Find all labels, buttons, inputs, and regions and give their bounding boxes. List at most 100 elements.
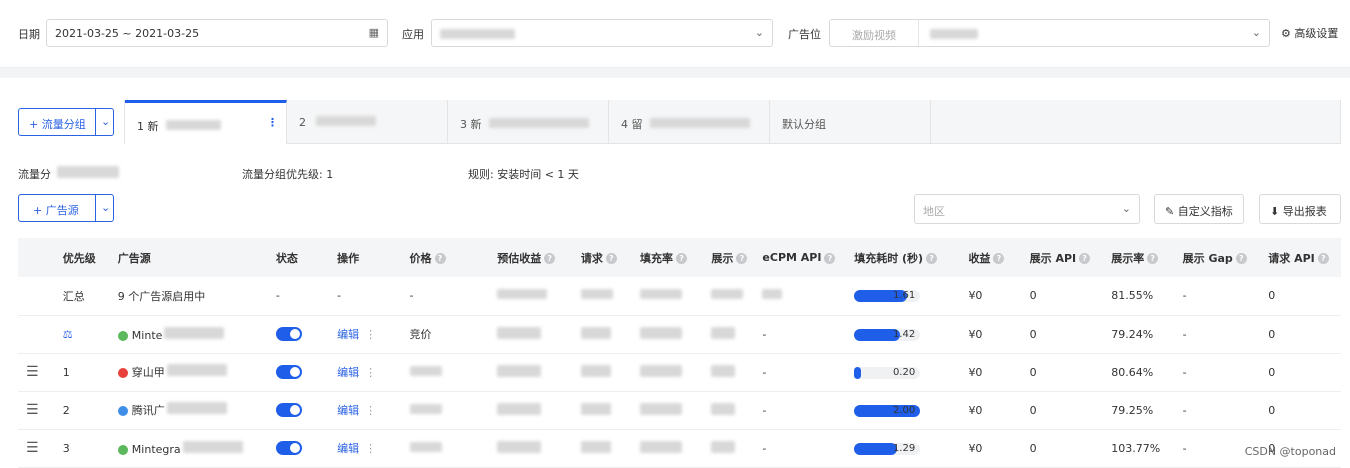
status-toggle[interactable] [275, 441, 302, 455]
edit-link[interactable]: 编辑 [337, 366, 359, 379]
network-logo-icon [117, 368, 128, 378]
table-header: 优先级 广告源 状态 操作 价格? 预估收益? 请求? 填充率? 展示? eCP… [18, 238, 1341, 277]
table-row: ⚖ Minte 编辑 ⋮ 竞价 -1.42 ¥0 0 79.24% -0 [18, 315, 1341, 354]
source-cell: 腾讯广 [109, 391, 268, 430]
date-range-picker[interactable]: 2021-03-25 ~ 2021-03-25 ▦ [46, 19, 388, 47]
more-icon[interactable]: ⋮ [267, 116, 278, 129]
help-icon[interactable]: ? [1079, 253, 1091, 264]
col-show-gap: 展示 Gap? [1174, 238, 1261, 277]
add-source-button[interactable]: + 广告源 ⌄ [18, 194, 114, 222]
adslot-select[interactable]: 激励视频 ⌄ [829, 19, 1270, 47]
col-op: 操作 [329, 238, 402, 277]
chevron-down-icon: ⌄ [754, 26, 764, 39]
help-icon[interactable]: ? [544, 253, 556, 264]
help-icon[interactable]: ? [1317, 253, 1329, 264]
edit-link[interactable]: 编辑 [337, 404, 359, 417]
group-rule: 规则: 安装时间 < 1 天 [468, 168, 579, 181]
col-impressions: 展示? [703, 238, 755, 277]
tab-group-2[interactable]: 2 [287, 100, 448, 144]
divider [0, 68, 1350, 78]
help-icon[interactable]: ? [676, 253, 688, 264]
priority-cell: 1 [54, 353, 110, 392]
network-logo-icon [117, 330, 128, 341]
bidding-icon: ⚖ [62, 327, 73, 341]
source-cell: Minte [109, 315, 268, 354]
col-request-api: 请求 API? [1260, 238, 1341, 277]
help-icon[interactable]: ? [605, 253, 617, 264]
priority-cell: 2 [54, 391, 110, 430]
network-logo-icon [117, 406, 128, 416]
table-row: ☰ 1 穿山甲 编辑 ⋮ -0.20 ¥0 0 80.64% -0 [18, 353, 1341, 392]
pencil-icon: ✎ [1165, 205, 1175, 218]
col-ecpm-api: eCPM API? [754, 238, 847, 277]
fill-time-bar: 1.61 [854, 290, 921, 303]
drag-handle-icon[interactable]: ☰ [26, 440, 39, 456]
fill-time-bar: 1.42 [854, 328, 921, 341]
status-toggle[interactable] [275, 403, 302, 417]
source-cell: Mintegra [109, 429, 268, 468]
status-toggle[interactable] [275, 327, 302, 341]
col-est-revenue: 预估收益? [489, 238, 573, 277]
status-toggle[interactable] [275, 365, 302, 379]
col-priority: 优先级 [54, 238, 110, 277]
adslot-label: 广告位 [788, 28, 821, 41]
group-priority: 流量分组优先级: 1 [242, 168, 334, 181]
help-icon[interactable]: ? [824, 252, 836, 264]
col-show-api: 展示 API? [1021, 238, 1104, 277]
tab-group-4[interactable]: 4 留 [609, 100, 770, 144]
more-icon[interactable]: ⋮ [365, 404, 376, 417]
more-icon[interactable]: ⋮ [365, 328, 376, 341]
chevron-down-icon: ⌄ [101, 201, 111, 214]
help-icon[interactable]: ? [434, 253, 446, 264]
group-name-label: 流量分 [18, 166, 119, 182]
price-cell: 竞价 [401, 315, 490, 354]
col-requests: 请求? [572, 238, 633, 277]
col-price: 价格? [401, 238, 490, 277]
priority-cell: 3 [54, 429, 110, 468]
col-fill-time: 填充耗时 (秒)? [846, 238, 961, 277]
gear-icon: ⚙ [1281, 27, 1291, 40]
help-icon[interactable]: ? [993, 253, 1005, 264]
drag-handle-icon[interactable]: ☰ [26, 402, 39, 418]
more-icon[interactable]: ⋮ [365, 442, 376, 455]
source-cell: 穿山甲 [109, 353, 268, 392]
add-group-button[interactable]: + 流量分组 ⌄ [18, 108, 114, 136]
ad-source-table: 优先级 广告源 状态 操作 价格? 预估收益? 请求? 填充率? 展示? eCP… [18, 238, 1341, 468]
col-revenue: 收益? [960, 238, 1022, 277]
tab-group-3[interactable]: 3 新 [448, 100, 609, 144]
help-icon[interactable]: ? [1235, 253, 1247, 264]
download-icon: ⬇ [1270, 205, 1280, 218]
date-range-value: 2021-03-25 ~ 2021-03-25 [55, 27, 200, 40]
chevron-down-icon: ⌄ [1251, 26, 1261, 39]
col-show-rate: 展示率? [1103, 238, 1175, 277]
help-icon[interactable]: ? [736, 253, 748, 264]
region-select[interactable]: 地区 ⌄ [914, 194, 1140, 224]
date-label: 日期 [18, 28, 40, 41]
help-icon[interactable]: ? [926, 253, 938, 264]
tab-default-group[interactable]: 默认分组 [770, 100, 931, 144]
fill-time-bar: 2.00 [854, 404, 921, 417]
col-status: 状态 [267, 238, 330, 277]
advanced-settings[interactable]: ⚙ 高级设置 [1281, 25, 1338, 41]
export-button[interactable]: ⬇ 导出报表 [1259, 194, 1341, 224]
summary-row: 汇总 9 个广告源启用中 - - - 1.61 ¥0 0 81.55% - 0 [18, 277, 1341, 316]
price-cell [401, 353, 490, 392]
edit-link[interactable]: 编辑 [337, 328, 359, 341]
more-icon[interactable]: ⋮ [365, 366, 376, 379]
fill-time-bar: 1.29 [854, 442, 921, 455]
edit-link[interactable]: 编辑 [337, 442, 359, 455]
fill-time-bar: 0.20 [854, 366, 921, 379]
chevron-down-icon: ⌄ [101, 115, 111, 128]
group-tabs: 1 新 ⋮ 2 3 新 4 留 默认分组 [124, 100, 1341, 144]
drag-handle-icon[interactable]: ☰ [26, 364, 39, 380]
network-logo-icon [117, 444, 128, 455]
custom-metrics-button[interactable]: ✎ 自定义指标 [1154, 194, 1244, 224]
adslot-type: 激励视频 [852, 29, 896, 42]
tab-group-1[interactable]: 1 新 ⋮ [125, 100, 287, 144]
calendar-icon: ▦ [368, 26, 379, 39]
help-icon[interactable]: ? [1147, 253, 1159, 264]
price-cell [401, 391, 490, 430]
col-fill-rate: 填充率? [632, 238, 704, 277]
price-cell [401, 429, 490, 468]
app-select[interactable]: ⌄ [431, 19, 773, 47]
